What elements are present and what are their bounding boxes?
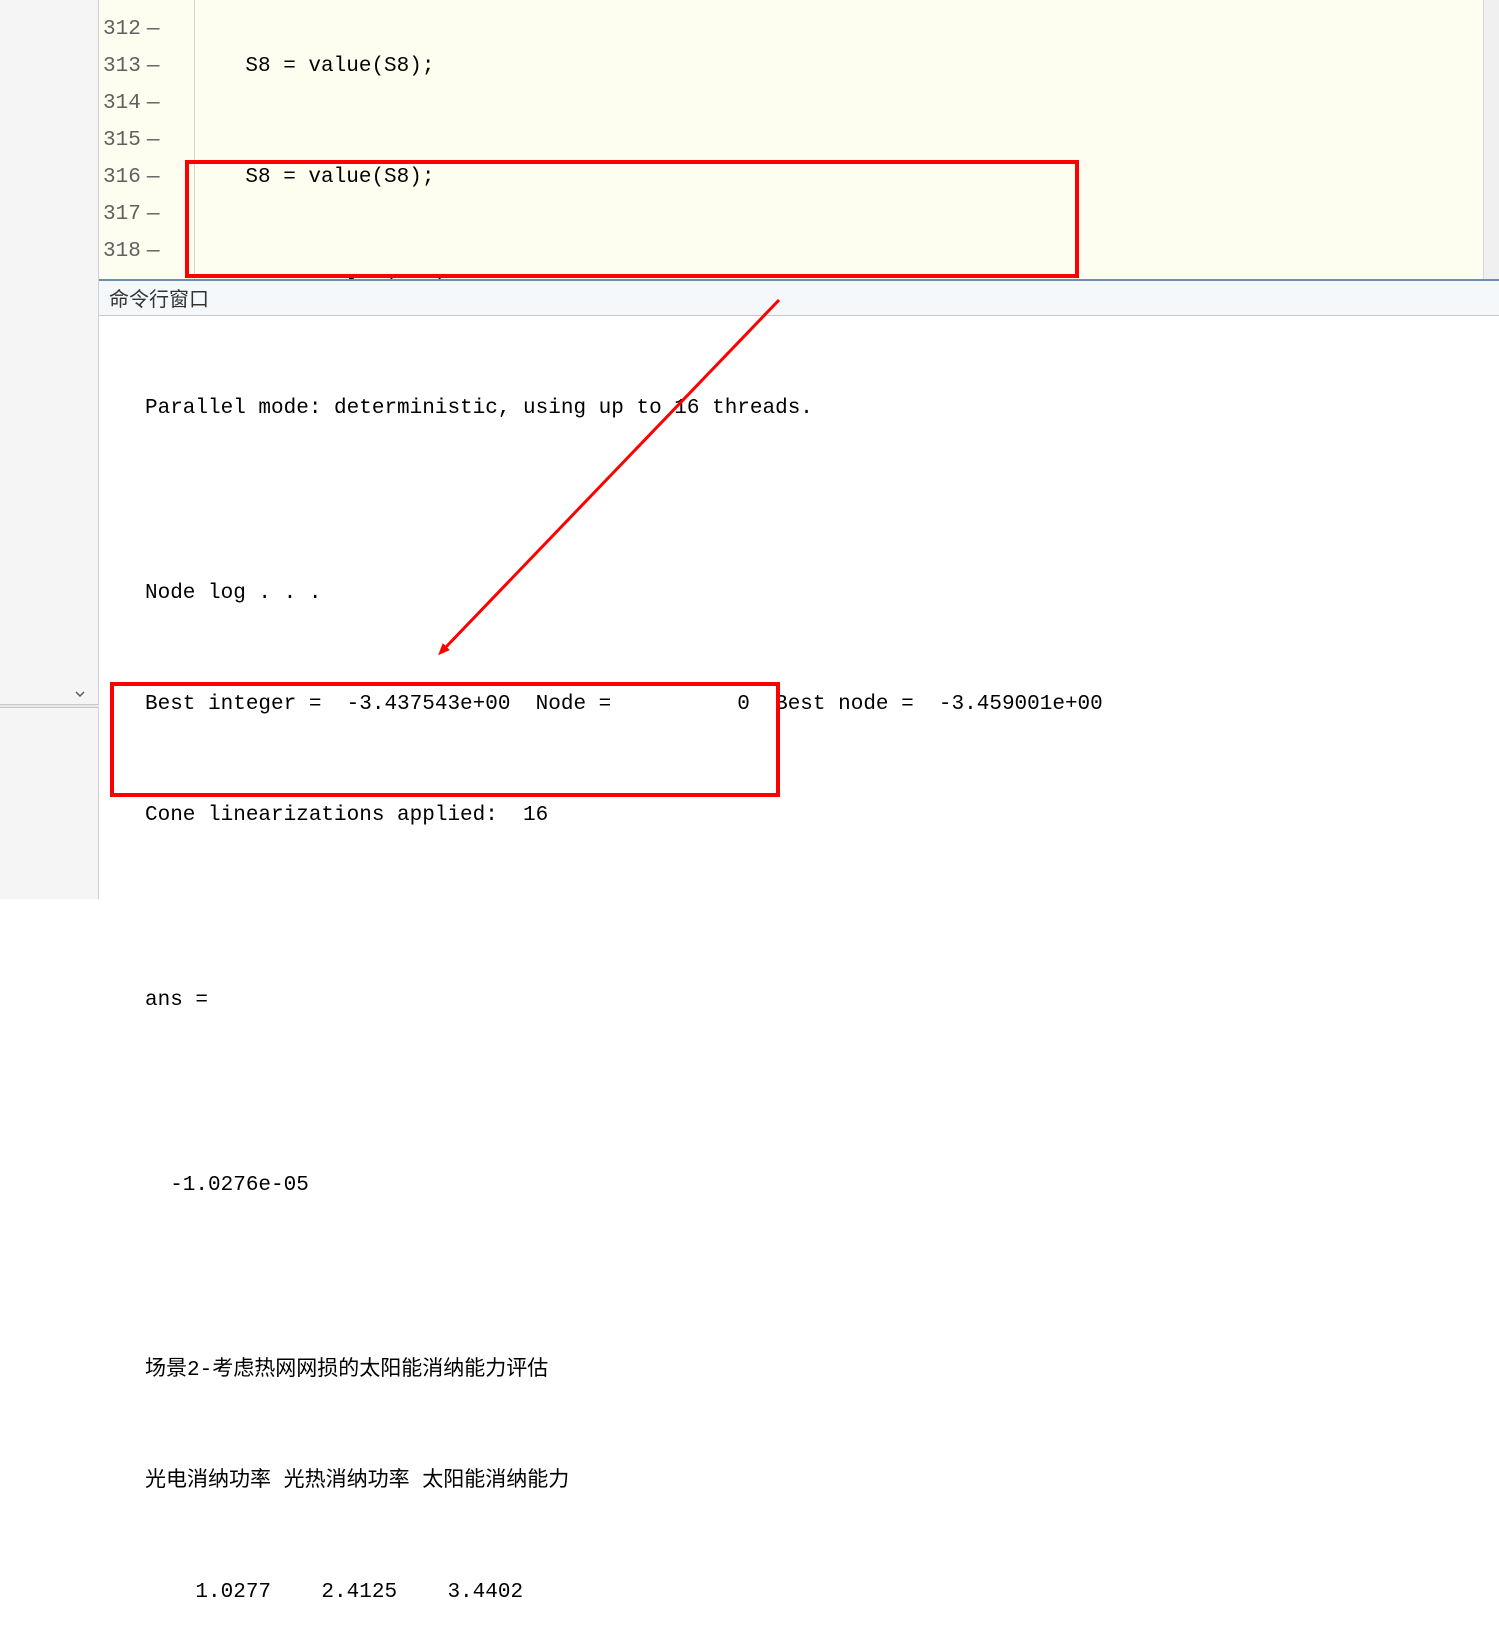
console-line: Best integer = -3.437543e+00 Node = 0 Be… [145, 686, 1499, 723]
code-line[interactable]: S31 = value(S31); [195, 270, 1483, 279]
console-line: ans = [145, 982, 1499, 1019]
line-number: 316 [103, 166, 145, 189]
line-number-gutter: 311 — 312 — 313 — 314 — 315 — 316 — 317 … [99, 0, 195, 279]
console-line: -1.0276e-05 [145, 1167, 1499, 1204]
line-number: 311 [103, 0, 145, 4]
command-window-title: 命令行窗口 [109, 283, 209, 313]
console-line: Parallel mode: deterministic, using up t… [145, 390, 1499, 427]
code-editor[interactable]: 311 — 312 — 313 — 314 — 315 — 316 — 317 … [99, 0, 1499, 281]
line-number: 313 [103, 55, 145, 78]
left-sidebar [0, 0, 99, 899]
sidebar-divider [0, 704, 99, 708]
chevron-down-icon[interactable] [72, 686, 88, 702]
line-number: 315 [103, 129, 145, 152]
code-line[interactable]: S8 = value(S8); [195, 159, 1483, 196]
command-window-output[interactable]: Parallel mode: deterministic, using up t… [99, 316, 1499, 899]
line-number: 312 [103, 18, 145, 41]
console-line: Node log . . . [145, 575, 1499, 612]
console-line: 场景2-考虑热网网损的太阳能消纳能力评估 [145, 1352, 1499, 1389]
line-number: 317 [103, 203, 145, 226]
console-line: Cone linearizations applied: 16 [145, 797, 1499, 834]
console-line: 1.0277 2.4125 3.4402 [145, 1574, 1499, 1611]
vertical-scrollbar[interactable] [1483, 0, 1499, 279]
console-line: 光电消纳功率 光热消纳功率 太阳能消纳能力 [145, 1463, 1499, 1500]
line-number: 314 [103, 92, 145, 115]
code-line[interactable]: S8 = value(S8); [195, 48, 1483, 85]
code-text-area[interactable]: S8 = value(S8); S8 = value(S8); S31 = va… [195, 0, 1483, 279]
command-window-title-bar[interactable]: 命令行窗口 [99, 281, 1499, 316]
line-number: 318 [103, 240, 145, 263]
